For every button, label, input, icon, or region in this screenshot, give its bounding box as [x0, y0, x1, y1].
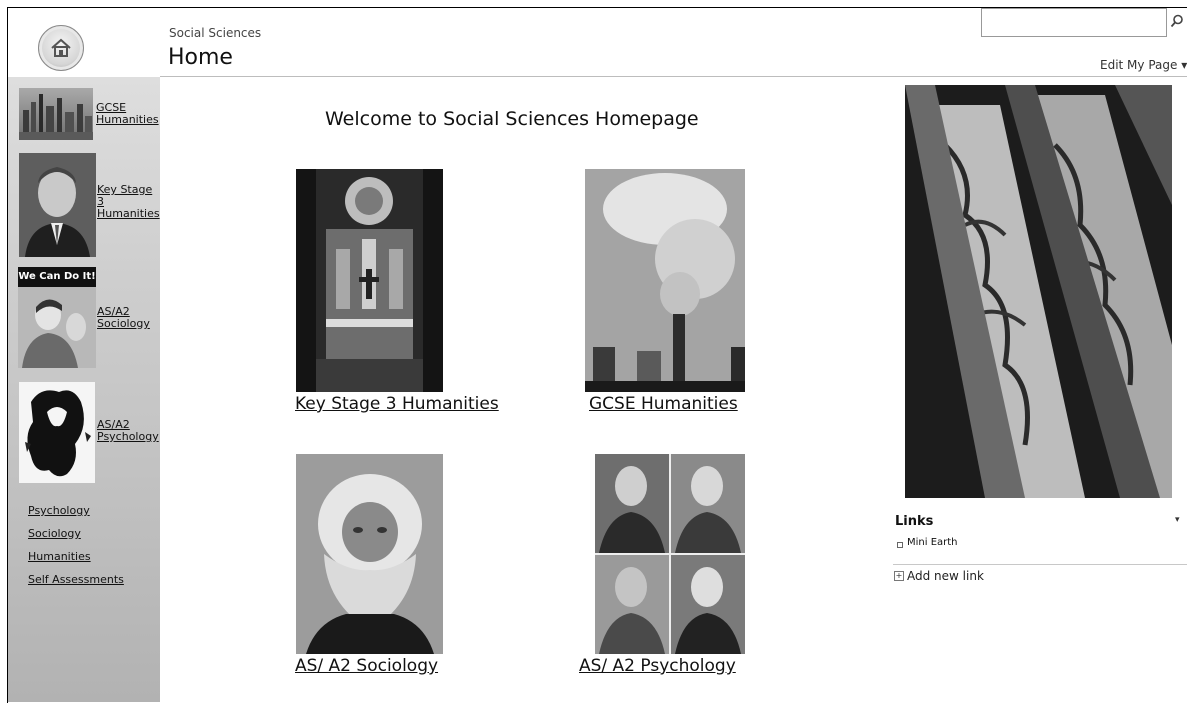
links-panel-menu-icon[interactable]: ▾	[1175, 515, 1180, 525]
quick-link-humanities[interactable]: Humanities	[28, 550, 91, 563]
bullet-icon	[897, 542, 903, 548]
nav-thumb-psychology[interactable]	[19, 382, 95, 483]
nav-link-as-a2-psychology[interactable]: AS/A2 Psychology	[97, 419, 163, 443]
poster-caption: We Can Do It!	[18, 267, 96, 287]
quick-link-self-assessments[interactable]: Self Assessments	[28, 573, 124, 586]
links-item-mini-earth[interactable]: Mini Earth	[907, 537, 958, 548]
search-input[interactable]	[981, 8, 1167, 37]
nav-link-key-stage-3[interactable]: Key Stage 3 Humanities	[97, 184, 160, 220]
site-name[interactable]: Social Sciences	[169, 26, 261, 40]
tile-link-key-stage-3[interactable]: Key Stage 3 Humanities	[295, 394, 499, 414]
edit-my-page-menu[interactable]: Edit My Page ▾	[1100, 58, 1187, 72]
search-icon[interactable]	[1170, 14, 1184, 28]
nav-link-gcse-humanities[interactable]: GCSE Humanities	[96, 102, 159, 126]
tile-link-sociology[interactable]: AS/ A2 Sociology	[295, 656, 438, 676]
nav-thumb-key-stage[interactable]	[19, 153, 96, 257]
tile-link-gcse[interactable]: GCSE Humanities	[589, 394, 738, 414]
header-divider	[160, 76, 1187, 77]
tile-image-psychology[interactable]	[595, 454, 745, 654]
quick-link-psychology[interactable]: Psychology	[28, 504, 90, 517]
welcome-heading: Welcome to Social Sciences Homepage	[325, 108, 699, 130]
add-new-link-button[interactable]: Add new link	[907, 569, 984, 583]
home-logo-icon[interactable]	[38, 25, 84, 71]
nav-thumb-gcse[interactable]	[19, 88, 93, 140]
tile-image-sociology[interactable]	[296, 454, 443, 654]
tile-image-gcse[interactable]	[585, 169, 745, 392]
nav-link-as-a2-sociology[interactable]: AS/A2 Sociology	[97, 306, 157, 330]
add-icon[interactable]: +	[894, 571, 904, 581]
tile-image-key-stage-3[interactable]	[296, 169, 443, 392]
links-divider	[893, 564, 1187, 565]
tile-link-psychology[interactable]: AS/ A2 Psychology	[579, 656, 736, 676]
quick-link-sociology[interactable]: Sociology	[28, 527, 81, 540]
page-title: Home	[168, 45, 233, 70]
stained-glass-window-image	[905, 85, 1172, 498]
nav-thumb-sociology[interactable]: We Can Do It!	[18, 267, 96, 368]
links-panel-title: Links	[895, 514, 934, 529]
